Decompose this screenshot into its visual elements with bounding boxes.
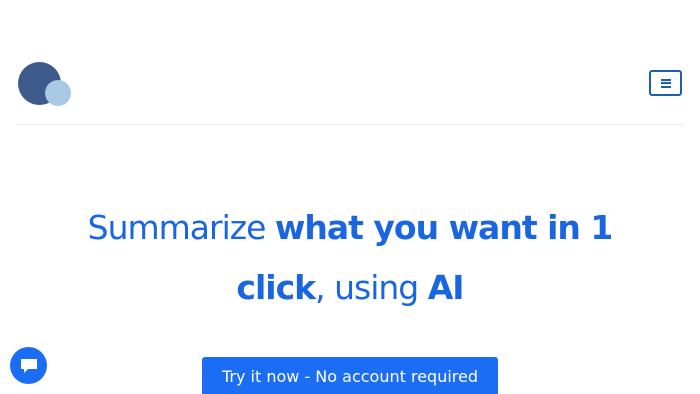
logo[interactable] <box>18 62 74 106</box>
hero-headline: Summarize what you want in 1 click, usin… <box>80 198 620 318</box>
headline-part-3: , using <box>315 268 428 307</box>
hamburger-icon <box>660 78 671 88</box>
site-header <box>18 52 684 125</box>
menu-toggle-button[interactable] <box>649 70 682 96</box>
chat-button[interactable] <box>10 347 47 384</box>
try-it-now-button[interactable]: Try it now - No account required <box>202 357 498 394</box>
logo-circle-light <box>45 80 71 106</box>
chat-bubble-icon <box>20 358 37 373</box>
headline-part-4: AI <box>427 268 465 307</box>
page: Summarize what you want in 1 click, usin… <box>0 0 700 394</box>
headline-part-1: Summarize <box>87 208 275 247</box>
